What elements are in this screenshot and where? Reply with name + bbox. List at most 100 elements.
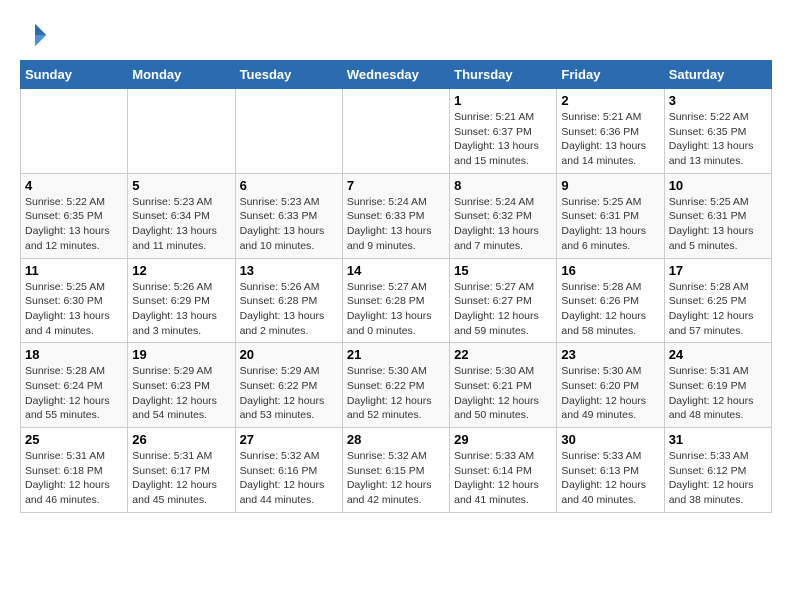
day-cell-11: 11 Sunrise: 5:25 AMSunset: 6:30 PMDayligh… [21,258,128,343]
day-number: 20 [240,347,338,362]
day-info: Sunrise: 5:23 AMSunset: 6:34 PMDaylight:… [132,195,230,254]
day-info: Sunrise: 5:24 AMSunset: 6:32 PMDaylight:… [454,195,552,254]
day-info: Sunrise: 5:26 AMSunset: 6:28 PMDaylight:… [240,280,338,339]
day-number: 29 [454,432,552,447]
day-number: 19 [132,347,230,362]
day-number: 26 [132,432,230,447]
day-number: 16 [561,263,659,278]
empty-cell [342,89,449,174]
week-row-5: 25 Sunrise: 5:31 AMSunset: 6:18 PMDayligh… [21,428,772,513]
day-number: 4 [25,178,123,193]
day-number: 30 [561,432,659,447]
logo-icon [20,20,50,50]
day-cell-31: 31 Sunrise: 5:33 AMSunset: 6:12 PMDayligh… [664,428,771,513]
day-number: 12 [132,263,230,278]
day-info: Sunrise: 5:33 AMSunset: 6:12 PMDaylight:… [669,449,767,508]
day-cell-1: 1Sunrise: 5:21 AMSunset: 6:37 PMDaylight… [450,89,557,174]
day-info: Sunrise: 5:25 AMSunset: 6:30 PMDaylight:… [25,280,123,339]
day-cell-14: 14 Sunrise: 5:27 AMSunset: 6:28 PMDayligh… [342,258,449,343]
header-monday: Monday [128,61,235,89]
day-cell-6: 6Sunrise: 5:23 AMSunset: 6:33 PMDaylight… [235,173,342,258]
day-cell-20: 20 Sunrise: 5:29 AMSunset: 6:22 PMDayligh… [235,343,342,428]
day-number: 18 [25,347,123,362]
day-number: 5 [132,178,230,193]
day-info: Sunrise: 5:27 AMSunset: 6:27 PMDaylight:… [454,280,552,339]
day-cell-25: 25 Sunrise: 5:31 AMSunset: 6:18 PMDayligh… [21,428,128,513]
day-cell-23: 23 Sunrise: 5:30 AMSunset: 6:20 PMDayligh… [557,343,664,428]
day-info: Sunrise: 5:32 AMSunset: 6:16 PMDaylight:… [240,449,338,508]
header-saturday: Saturday [664,61,771,89]
day-info: Sunrise: 5:25 AMSunset: 6:31 PMDaylight:… [669,195,767,254]
empty-cell [235,89,342,174]
day-info: Sunrise: 5:28 AMSunset: 6:24 PMDaylight:… [25,364,123,423]
day-number: 15 [454,263,552,278]
day-number: 8 [454,178,552,193]
day-number: 13 [240,263,338,278]
day-number: 28 [347,432,445,447]
day-cell-4: 4 Sunrise: 5:22 AMSunset: 6:35 PMDaylight… [21,173,128,258]
header-thursday: Thursday [450,61,557,89]
header-row: SundayMondayTuesdayWednesdayThursdayFrid… [21,61,772,89]
day-number: 21 [347,347,445,362]
day-cell-28: 28 Sunrise: 5:32 AMSunset: 6:15 PMDayligh… [342,428,449,513]
day-info: Sunrise: 5:31 AMSunset: 6:17 PMDaylight:… [132,449,230,508]
day-info: Sunrise: 5:29 AMSunset: 6:22 PMDaylight:… [240,364,338,423]
day-number: 24 [669,347,767,362]
day-info: Sunrise: 5:30 AMSunset: 6:20 PMDaylight:… [561,364,659,423]
day-cell-22: 22 Sunrise: 5:30 AMSunset: 6:21 PMDayligh… [450,343,557,428]
day-info: Sunrise: 5:30 AMSunset: 6:21 PMDaylight:… [454,364,552,423]
header-friday: Friday [557,61,664,89]
day-cell-26: 26 Sunrise: 5:31 AMSunset: 6:17 PMDayligh… [128,428,235,513]
day-info: Sunrise: 5:30 AMSunset: 6:22 PMDaylight:… [347,364,445,423]
day-number: 14 [347,263,445,278]
day-cell-3: 3 Sunrise: 5:22 AMSunset: 6:35 PMDaylight… [664,89,771,174]
day-cell-9: 9Sunrise: 5:25 AMSunset: 6:31 PMDaylight… [557,173,664,258]
day-info: Sunrise: 5:31 AMSunset: 6:19 PMDaylight:… [669,364,767,423]
week-row-4: 18 Sunrise: 5:28 AMSunset: 6:24 PMDayligh… [21,343,772,428]
day-info: Sunrise: 5:29 AMSunset: 6:23 PMDaylight:… [132,364,230,423]
day-info: Sunrise: 5:33 AMSunset: 6:13 PMDaylight:… [561,449,659,508]
day-number: 22 [454,347,552,362]
day-number: 17 [669,263,767,278]
day-info: Sunrise: 5:27 AMSunset: 6:28 PMDaylight:… [347,280,445,339]
day-cell-15: 15 Sunrise: 5:27 AMSunset: 6:27 PMDayligh… [450,258,557,343]
week-row-3: 11 Sunrise: 5:25 AMSunset: 6:30 PMDayligh… [21,258,772,343]
day-number: 23 [561,347,659,362]
day-number: 11 [25,263,123,278]
day-cell-2: 2 Sunrise: 5:21 AMSunset: 6:36 PMDaylight… [557,89,664,174]
day-number: 31 [669,432,767,447]
header-sunday: Sunday [21,61,128,89]
day-cell-27: 27 Sunrise: 5:32 AMSunset: 6:16 PMDayligh… [235,428,342,513]
day-number: 27 [240,432,338,447]
header-tuesday: Tuesday [235,61,342,89]
page-header [20,20,772,50]
day-cell-29: 29 Sunrise: 5:33 AMSunset: 6:14 PMDayligh… [450,428,557,513]
calendar-table: SundayMondayTuesdayWednesdayThursdayFrid… [20,60,772,513]
day-info: Sunrise: 5:25 AMSunset: 6:31 PMDaylight:… [561,195,659,254]
day-info: Sunrise: 5:28 AMSunset: 6:25 PMDaylight:… [669,280,767,339]
day-info: Sunrise: 5:22 AMSunset: 6:35 PMDaylight:… [25,195,123,254]
day-cell-17: 17 Sunrise: 5:28 AMSunset: 6:25 PMDayligh… [664,258,771,343]
day-cell-13: 13 Sunrise: 5:26 AMSunset: 6:28 PMDayligh… [235,258,342,343]
day-info: Sunrise: 5:26 AMSunset: 6:29 PMDaylight:… [132,280,230,339]
day-number: 7 [347,178,445,193]
week-row-2: 4 Sunrise: 5:22 AMSunset: 6:35 PMDaylight… [21,173,772,258]
day-cell-8: 8 Sunrise: 5:24 AMSunset: 6:32 PMDaylight… [450,173,557,258]
day-cell-5: 5 Sunrise: 5:23 AMSunset: 6:34 PMDaylight… [128,173,235,258]
logo [20,20,54,50]
day-info: Sunrise: 5:21 AMSunset: 6:36 PMDaylight:… [561,110,659,169]
day-number: 2 [561,93,659,108]
day-cell-16: 16Sunrise: 5:28 AMSunset: 6:26 PMDayligh… [557,258,664,343]
day-info: Sunrise: 5:22 AMSunset: 6:35 PMDaylight:… [669,110,767,169]
day-info: Sunrise: 5:23 AMSunset: 6:33 PMDaylight:… [240,195,338,254]
day-number: 3 [669,93,767,108]
day-info: Sunrise: 5:33 AMSunset: 6:14 PMDaylight:… [454,449,552,508]
empty-cell [21,89,128,174]
day-cell-12: 12 Sunrise: 5:26 AMSunset: 6:29 PMDayligh… [128,258,235,343]
day-number: 1 [454,93,552,108]
day-info: Sunrise: 5:32 AMSunset: 6:15 PMDaylight:… [347,449,445,508]
day-cell-30: 30 Sunrise: 5:33 AMSunset: 6:13 PMDayligh… [557,428,664,513]
day-info: Sunrise: 5:31 AMSunset: 6:18 PMDaylight:… [25,449,123,508]
day-number: 25 [25,432,123,447]
header-wednesday: Wednesday [342,61,449,89]
